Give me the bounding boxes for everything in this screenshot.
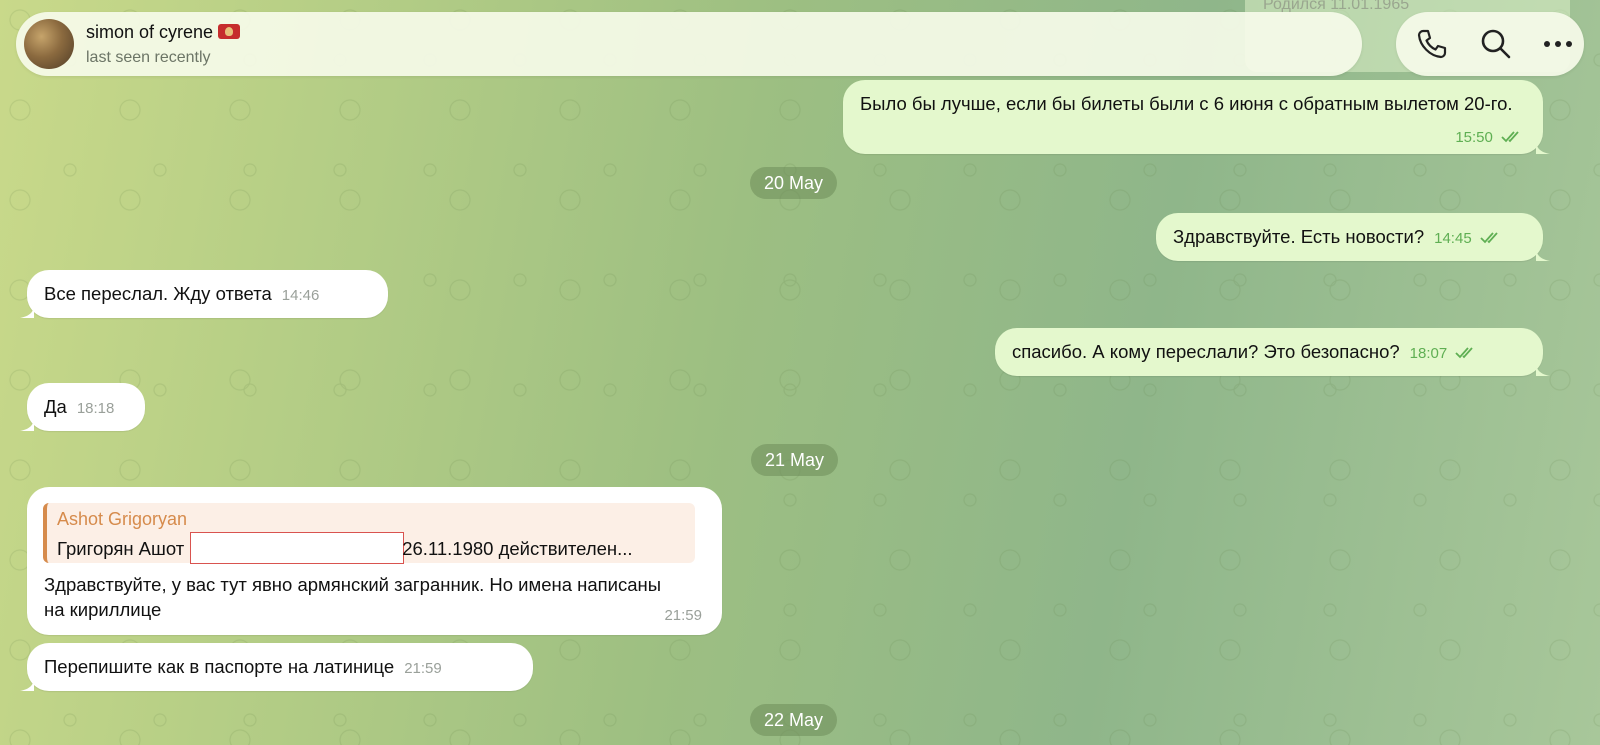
chat-status: last seen recently <box>86 49 211 66</box>
message-row: Перепишите как в паспорте на латинице 21:… <box>44 654 442 681</box>
redacted-box <box>190 532 405 564</box>
emoji-icon <box>218 24 241 39</box>
message-row: Да 18:18 <box>44 394 114 421</box>
reply-text-start: Григорян Ашот <box>57 538 185 559</box>
reply-text: Григорян Ашот 26.11.1980 действителен... <box>57 532 633 564</box>
reply-quote[interactable]: Ashot Grigoryan Григорян Ашот 26.11.1980 … <box>43 503 695 564</box>
double-check-icon <box>1455 347 1474 359</box>
search-icon[interactable] <box>1478 26 1514 62</box>
message-outgoing[interactable]: Здравствуйте. Есть новости? 14:45 <box>1156 213 1550 261</box>
message-text: Было бы лучше, если бы билеты были с 6 и… <box>860 93 1513 114</box>
message-text: Здравствуйте, у вас тут явно армянский з… <box>44 574 662 620</box>
message-text: Здравствуйте. Есть новости? <box>1173 226 1425 247</box>
reply-author: Ashot Grigoryan <box>57 509 188 529</box>
message-text: Все переслал. Жду ответа <box>44 283 272 304</box>
message-time: 18:18 <box>76 400 115 417</box>
phone-icon[interactable] <box>1414 26 1450 62</box>
bubble-tail <box>1536 362 1550 376</box>
reply-text-end: 26.11.1980 действителен... <box>402 538 633 559</box>
bubble-tail <box>20 677 34 691</box>
message-text: Перепишите как в паспорте на латинице <box>44 656 395 677</box>
message-meta: 21:59 <box>654 601 702 628</box>
message-time: 21:59 <box>404 660 442 677</box>
message-meta: 15:50 <box>1445 123 1525 150</box>
date-separator: 22 May <box>750 704 838 736</box>
message-incoming[interactable]: Перепишите как в паспорте на латинице 21:… <box>20 643 533 691</box>
chat-header[interactable]: simon of cyrene last seen recently <box>16 12 1362 76</box>
date-separator: 20 May <box>750 167 838 199</box>
header-actions <box>1396 12 1584 76</box>
chat-title-row: simon of cyrene <box>86 22 241 43</box>
message-incoming[interactable]: Да 18:18 <box>20 383 145 431</box>
message-row: Все переслал. Жду ответа 14:46 <box>44 281 319 308</box>
message-time: 18:07 <box>1409 345 1448 362</box>
bubble-tail <box>20 304 34 318</box>
avatar[interactable] <box>24 19 74 69</box>
message-incoming[interactable]: Ashot Grigoryan Григорян Ашот 26.11.1980 … <box>27 487 722 635</box>
message-outgoing[interactable]: спасибо. А кому переслали? Это безопасно… <box>995 328 1550 376</box>
message-row: Здравствуйте. Есть новости? 14:45 <box>1173 224 1504 251</box>
message-time: 15:50 <box>1455 129 1493 146</box>
bubble-tail <box>20 417 34 431</box>
message-text: Да <box>44 396 67 417</box>
message-time: 14:46 <box>281 287 320 304</box>
bubble-tail <box>1536 140 1550 154</box>
bubble-tail <box>1536 247 1550 261</box>
double-check-icon <box>1480 232 1498 244</box>
message-incoming[interactable]: Все переслал. Жду ответа 14:46 <box>20 270 388 318</box>
double-check-icon <box>1501 131 1519 143</box>
date-separator: 21 May <box>751 444 839 476</box>
more-icon[interactable] <box>1540 26 1576 62</box>
chat-title: simon of cyrene <box>86 22 214 42</box>
message-time: 14:45 <box>1434 230 1472 247</box>
message-time: 21:59 <box>664 607 702 624</box>
message-text: спасибо. А кому переслали? Это безопасно… <box>1012 341 1400 362</box>
message-outgoing[interactable]: Было бы лучше, если бы билеты были с 6 и… <box>843 80 1550 154</box>
message-row: спасибо. А кому переслали? Это безопасно… <box>1012 339 1479 366</box>
